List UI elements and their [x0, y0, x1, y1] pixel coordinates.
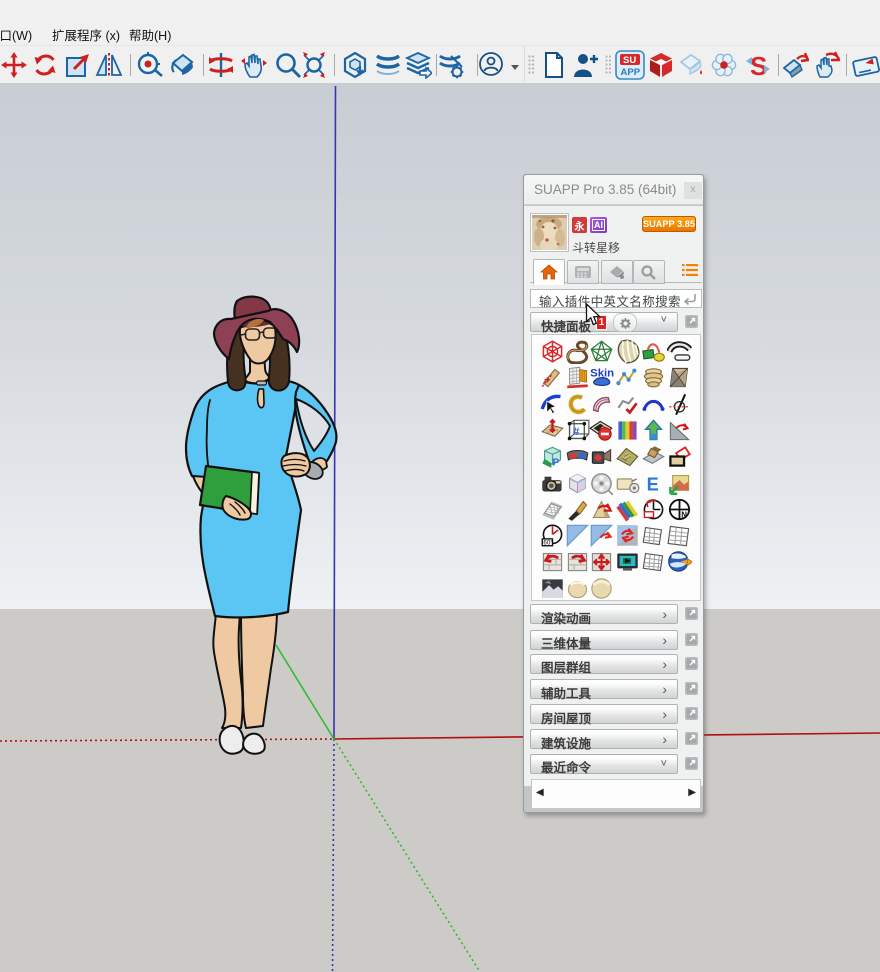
svg-text:S: S	[750, 51, 767, 79]
svg-text:60°: 60°	[543, 540, 553, 547]
svg-text:N: N	[681, 510, 687, 519]
svg-text:P: P	[552, 458, 559, 469]
svg-text:#: #	[573, 426, 580, 438]
svg-text:SU: SU	[623, 55, 636, 66]
svg-text:E: E	[647, 474, 659, 494]
svg-text:APP: APP	[621, 67, 641, 78]
